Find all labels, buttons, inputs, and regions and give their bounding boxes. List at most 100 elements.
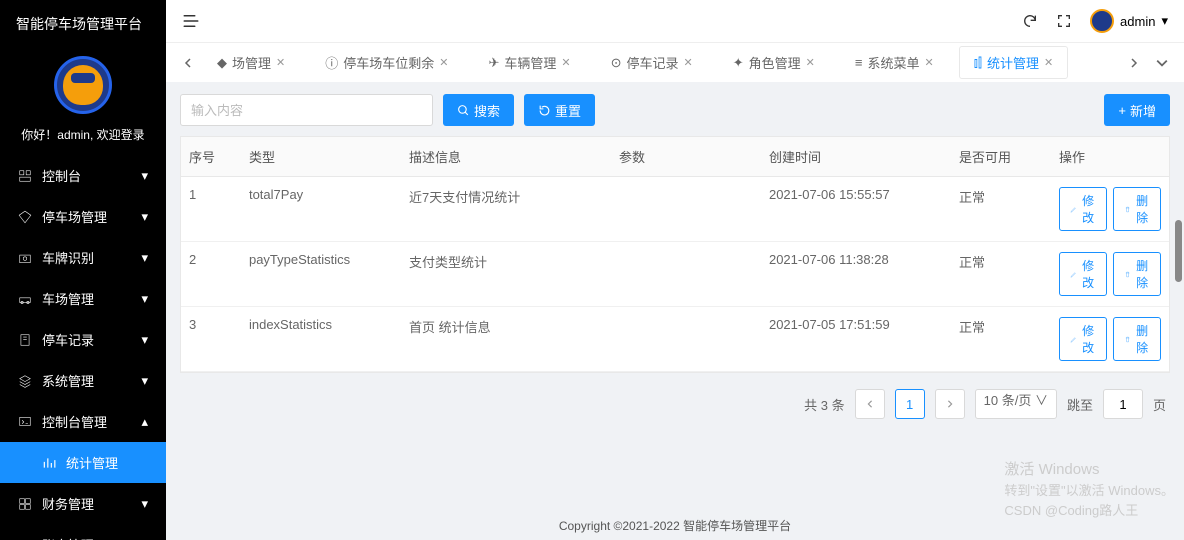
delete-button[interactable]: 删除: [1113, 187, 1161, 231]
menu-label: 车牌识别: [42, 248, 94, 267]
close-icon[interactable]: ✕: [1044, 56, 1053, 69]
add-button[interactable]: + 新增: [1104, 94, 1170, 126]
col-desc: 描述信息: [401, 137, 611, 176]
col-param: 参数: [611, 137, 761, 176]
tab-4[interactable]: ✦ 角色管理 ✕: [718, 46, 830, 79]
page-size-select[interactable]: 10 条/页 ∨: [975, 389, 1057, 419]
cell-desc: 支付类型统计: [401, 242, 611, 306]
chevron-icon: ▾: [141, 250, 148, 266]
table-row: 1total7Pay近7天支付情况统计2021-07-06 15:55:57正常…: [181, 177, 1169, 242]
cell-status: 正常: [951, 242, 1051, 306]
cell-param: [611, 242, 761, 306]
cell-desc: 近7天支付情况统计: [401, 177, 611, 241]
refresh-icon[interactable]: [1022, 13, 1038, 29]
search-button[interactable]: 搜索: [443, 94, 514, 126]
edit-button[interactable]: 修改: [1059, 252, 1107, 296]
chevron-icon: ▾: [141, 537, 148, 540]
sidebar-item-8[interactable]: 财务管理▾: [0, 483, 166, 524]
reset-button[interactable]: 重置: [524, 94, 595, 126]
close-icon[interactable]: ✕: [684, 56, 693, 69]
chevron-icon: ▾: [141, 373, 148, 389]
tabs-next[interactable]: [1120, 49, 1148, 77]
reset-label: 重置: [555, 101, 581, 120]
cell-ops: 修改删除: [1051, 177, 1169, 241]
fullscreen-icon[interactable]: [1056, 13, 1072, 29]
app-title: 智能停车场管理平台: [0, 0, 166, 48]
col-ops: 操作: [1051, 137, 1169, 176]
star-icon: ✦: [733, 55, 744, 71]
tab-3[interactable]: ⊙ 停车记录 ✕: [596, 46, 708, 79]
page-1[interactable]: 1: [895, 389, 925, 419]
info-icon: ⓘ: [325, 53, 338, 72]
tab-label: 车辆管理: [504, 53, 556, 72]
tabs-dropdown[interactable]: [1148, 49, 1176, 77]
tab-label: 场管理: [232, 53, 271, 72]
page-suffix: 页: [1153, 395, 1166, 414]
chevron-icon: ▾: [141, 168, 148, 184]
camera-icon: [18, 251, 32, 265]
menu-label: 账户管理: [42, 535, 94, 540]
delete-button[interactable]: 删除: [1113, 317, 1161, 361]
close-icon[interactable]: ✕: [924, 56, 933, 69]
close-icon[interactable]: ✕: [806, 56, 815, 69]
jump-input[interactable]: [1103, 389, 1143, 419]
scrollbar[interactable]: [1175, 220, 1182, 282]
tab-label: 角色管理: [749, 53, 801, 72]
book-icon: [18, 333, 32, 347]
menu-label: 停车场管理: [42, 207, 107, 226]
table-row: 2payTypeStatistics支付类型统计2021-07-06 11:38…: [181, 242, 1169, 307]
edit-button[interactable]: 修改: [1059, 317, 1107, 361]
sidebar-item-7[interactable]: 统计管理: [0, 442, 166, 483]
cell-time: 2021-07-05 17:51:59: [761, 307, 951, 371]
sidebar-item-9[interactable]: 账户管理 ▾: [0, 524, 166, 540]
sidebar-item-2[interactable]: 车牌识别 ▾: [0, 237, 166, 278]
col-status: 是否可用: [951, 137, 1051, 176]
sidebar-item-3[interactable]: 车场管理▾: [0, 278, 166, 319]
cell-desc: 首页 统计信息: [401, 307, 611, 371]
cell-status: 正常: [951, 177, 1051, 241]
col-type: 类型: [241, 137, 401, 176]
tabs-bar: ◆场管理✕ⓘ停车场车位剩余✕✈车辆管理✕⊙停车记录✕✦角色管理✕≡系统菜单✕⫾⫿…: [166, 42, 1184, 82]
data-table: 序号 类型 描述信息 参数 创建时间 是否可用 操作 1total7Pay近7天…: [180, 136, 1170, 373]
sidebar-item-0[interactable]: 控制台▾: [0, 155, 166, 196]
user-menu[interactable]: admin ▾: [1090, 9, 1168, 33]
car-icon: [18, 292, 32, 306]
sidebar-item-1[interactable]: 停车场管理 ▾: [0, 196, 166, 237]
cell-type: payTypeStatistics: [241, 242, 401, 306]
grid-icon: [18, 497, 32, 511]
main: admin ▾ ◆场管理✕ⓘ停车场车位剩余✕✈车辆管理✕⊙停车记录✕✦角色管理✕…: [166, 0, 1184, 540]
dashboard-icon: [18, 169, 32, 183]
next-page[interactable]: [935, 389, 965, 419]
tab-6[interactable]: ⫾⫿统计管理✕: [959, 46, 1069, 79]
col-time: 创建时间: [761, 137, 951, 176]
caret-down-icon: ▾: [1161, 13, 1168, 29]
close-icon[interactable]: ✕: [276, 56, 285, 69]
chevron-icon: ▾: [141, 332, 148, 348]
sidebar-item-4[interactable]: 停车记录 ▾: [0, 319, 166, 360]
delete-button[interactable]: 删除: [1113, 252, 1161, 296]
edit-button[interactable]: 修改: [1059, 187, 1107, 231]
jump-label: 跳至: [1067, 395, 1093, 414]
sidebar-item-6[interactable]: 控制台管理▴: [0, 401, 166, 442]
tab-label: 停车记录: [627, 53, 679, 72]
diamond-icon: [18, 210, 32, 224]
chevron-icon: ▾: [141, 209, 148, 225]
tab-label: 停车场车位剩余: [343, 53, 434, 72]
tab-1[interactable]: ⓘ 停车场车位剩余 ✕: [310, 46, 463, 79]
close-icon[interactable]: ✕: [439, 56, 448, 69]
tabs-prev[interactable]: [174, 49, 202, 77]
menu-label: 停车记录: [42, 330, 94, 349]
stats-icon: [42, 456, 56, 470]
tab-5[interactable]: ≡系统菜单✕: [840, 46, 949, 79]
cell-seq: 1: [181, 177, 241, 241]
sidebar-item-5[interactable]: 系统管理▾: [0, 360, 166, 401]
pin-icon: ⊙: [611, 55, 622, 71]
tab-0[interactable]: ◆场管理✕: [202, 46, 300, 79]
avatar[interactable]: [54, 56, 112, 114]
search-input[interactable]: [180, 94, 433, 126]
prev-page[interactable]: [855, 389, 885, 419]
cell-param: [611, 177, 761, 241]
close-icon[interactable]: ✕: [561, 56, 570, 69]
tab-2[interactable]: ✈车辆管理✕: [473, 46, 585, 79]
menu-toggle-icon[interactable]: [182, 12, 200, 30]
